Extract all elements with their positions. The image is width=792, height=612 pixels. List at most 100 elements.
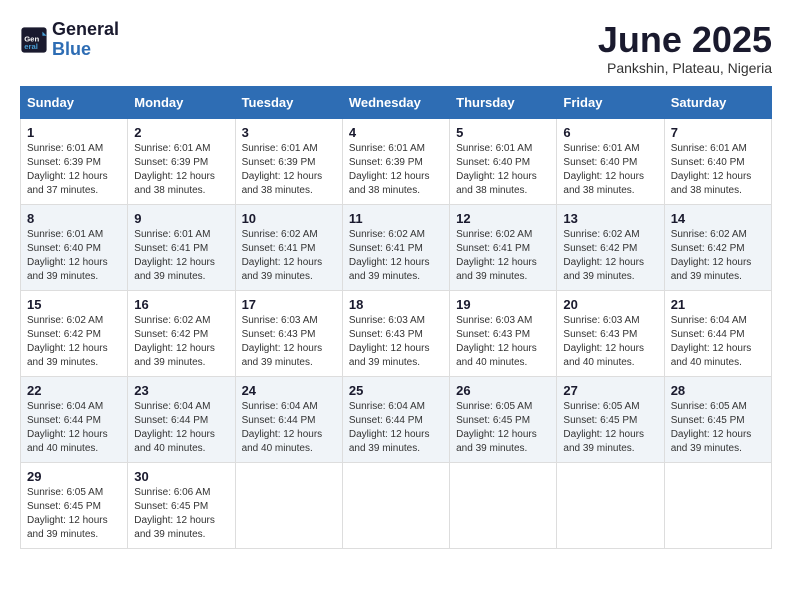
calendar-cell: 17 Sunrise: 6:03 AM Sunset: 6:43 PM Dayli… xyxy=(235,290,342,376)
calendar-cell: 13 Sunrise: 6:02 AM Sunset: 6:42 PM Dayli… xyxy=(557,204,664,290)
day-number: 8 xyxy=(27,211,121,226)
day-info: Sunrise: 6:04 AM Sunset: 6:44 PM Dayligh… xyxy=(671,314,765,370)
day-info: Sunrise: 6:05 AM Sunset: 6:45 PM Dayligh… xyxy=(563,400,657,456)
day-number: 6 xyxy=(563,125,657,140)
day-info: Sunrise: 6:01 AM Sunset: 6:41 PM Dayligh… xyxy=(134,228,228,284)
calendar-cell: 8 Sunrise: 6:01 AM Sunset: 6:40 PM Daylig… xyxy=(21,204,128,290)
calendar-cell: 22 Sunrise: 6:04 AM Sunset: 6:44 PM Dayli… xyxy=(21,376,128,462)
day-info: Sunrise: 6:03 AM Sunset: 6:43 PM Dayligh… xyxy=(563,314,657,370)
calendar-cell xyxy=(235,462,342,548)
calendar-table: SundayMondayTuesdayWednesdayThursdayFrid… xyxy=(20,86,772,549)
title-block: June 2025 Pankshin, Plateau, Nigeria xyxy=(598,20,772,76)
calendar-cell: 24 Sunrise: 6:04 AM Sunset: 6:44 PM Dayli… xyxy=(235,376,342,462)
calendar-cell: 26Sunrise: 6:05 AM Sunset: 6:45 PM Dayli… xyxy=(450,376,557,462)
logo-text-line2: Blue xyxy=(52,40,119,60)
day-info: Sunrise: 6:03 AM Sunset: 6:43 PM Dayligh… xyxy=(242,314,336,370)
day-number: 5 xyxy=(456,125,550,140)
calendar-cell: 25 Sunrise: 6:04 AM Sunset: 6:44 PM Dayli… xyxy=(342,376,449,462)
day-info: Sunrise: 6:01 AM Sunset: 6:39 PM Dayligh… xyxy=(134,142,228,198)
day-number: 18 xyxy=(349,297,443,312)
weekday-header: Thursday xyxy=(450,86,557,118)
day-info: Sunrise: 6:02 AM Sunset: 6:42 PM Dayligh… xyxy=(671,228,765,284)
calendar-week-row: 8 Sunrise: 6:01 AM Sunset: 6:40 PM Daylig… xyxy=(21,204,772,290)
calendar-cell: 15Sunrise: 6:02 AM Sunset: 6:42 PM Dayli… xyxy=(21,290,128,376)
calendar-week-row: 1 Sunrise: 6:01 AM Sunset: 6:39 PM Daylig… xyxy=(21,118,772,204)
calendar-week-row: 15Sunrise: 6:02 AM Sunset: 6:42 PM Dayli… xyxy=(21,290,772,376)
calendar-cell: 21 Sunrise: 6:04 AM Sunset: 6:44 PM Dayli… xyxy=(664,290,771,376)
weekday-header: Tuesday xyxy=(235,86,342,118)
day-number: 13 xyxy=(563,211,657,226)
day-info: Sunrise: 6:01 AM Sunset: 6:40 PM Dayligh… xyxy=(456,142,550,198)
logo: Gen eral General Blue xyxy=(20,20,119,60)
day-number: 9 xyxy=(134,211,228,226)
day-number: 30 xyxy=(134,469,228,484)
day-info: Sunrise: 6:01 AM Sunset: 6:40 PM Dayligh… xyxy=(671,142,765,198)
day-number: 22 xyxy=(27,383,121,398)
day-number: 19 xyxy=(456,297,550,312)
day-info: Sunrise: 6:06 AM Sunset: 6:45 PM Dayligh… xyxy=(134,486,228,542)
calendar-week-row: 22 Sunrise: 6:04 AM Sunset: 6:44 PM Dayli… xyxy=(21,376,772,462)
day-info: Sunrise: 6:04 AM Sunset: 6:44 PM Dayligh… xyxy=(349,400,443,456)
day-number: 28 xyxy=(671,383,765,398)
weekday-header: Saturday xyxy=(664,86,771,118)
day-number: 25 xyxy=(349,383,443,398)
calendar-cell: 11 Sunrise: 6:02 AM Sunset: 6:41 PM Dayli… xyxy=(342,204,449,290)
calendar-cell xyxy=(450,462,557,548)
day-info: Sunrise: 6:01 AM Sunset: 6:40 PM Dayligh… xyxy=(27,228,121,284)
calendar-cell: 5 Sunrise: 6:01 AM Sunset: 6:40 PM Daylig… xyxy=(450,118,557,204)
page-header: Gen eral General Blue June 2025 Pankshin… xyxy=(20,20,772,76)
day-info: Sunrise: 6:05 AM Sunset: 6:45 PM Dayligh… xyxy=(27,486,121,542)
day-number: 16 xyxy=(134,297,228,312)
weekday-header: Wednesday xyxy=(342,86,449,118)
day-info: Sunrise: 6:04 AM Sunset: 6:44 PM Dayligh… xyxy=(242,400,336,456)
day-number: 21 xyxy=(671,297,765,312)
day-info: Sunrise: 6:04 AM Sunset: 6:44 PM Dayligh… xyxy=(134,400,228,456)
day-info: Sunrise: 6:02 AM Sunset: 6:41 PM Dayligh… xyxy=(456,228,550,284)
svg-text:eral: eral xyxy=(24,42,38,51)
calendar-cell: 23Sunrise: 6:04 AM Sunset: 6:44 PM Dayli… xyxy=(128,376,235,462)
calendar-cell: 2 Sunrise: 6:01 AM Sunset: 6:39 PM Daylig… xyxy=(128,118,235,204)
logo-text-line1: General xyxy=(52,20,119,40)
day-info: Sunrise: 6:05 AM Sunset: 6:45 PM Dayligh… xyxy=(671,400,765,456)
day-number: 3 xyxy=(242,125,336,140)
day-info: Sunrise: 6:03 AM Sunset: 6:43 PM Dayligh… xyxy=(456,314,550,370)
day-info: Sunrise: 6:02 AM Sunset: 6:41 PM Dayligh… xyxy=(242,228,336,284)
day-info: Sunrise: 6:02 AM Sunset: 6:42 PM Dayligh… xyxy=(134,314,228,370)
calendar-cell: 16 Sunrise: 6:02 AM Sunset: 6:42 PM Dayli… xyxy=(128,290,235,376)
calendar-cell: 19 Sunrise: 6:03 AM Sunset: 6:43 PM Dayli… xyxy=(450,290,557,376)
calendar-cell: 18Sunrise: 6:03 AM Sunset: 6:43 PM Dayli… xyxy=(342,290,449,376)
day-number: 27 xyxy=(563,383,657,398)
calendar-cell xyxy=(664,462,771,548)
weekday-header: Friday xyxy=(557,86,664,118)
day-info: Sunrise: 6:02 AM Sunset: 6:41 PM Dayligh… xyxy=(349,228,443,284)
weekday-header: Sunday xyxy=(21,86,128,118)
calendar-cell: 20Sunrise: 6:03 AM Sunset: 6:43 PM Dayli… xyxy=(557,290,664,376)
calendar-cell: 12 Sunrise: 6:02 AM Sunset: 6:41 PM Dayli… xyxy=(450,204,557,290)
calendar-cell: 29 Sunrise: 6:05 AM Sunset: 6:45 PM Dayli… xyxy=(21,462,128,548)
weekday-header: Monday xyxy=(128,86,235,118)
day-info: Sunrise: 6:01 AM Sunset: 6:40 PM Dayligh… xyxy=(563,142,657,198)
day-number: 12 xyxy=(456,211,550,226)
calendar-cell: 28 Sunrise: 6:05 AM Sunset: 6:45 PM Dayli… xyxy=(664,376,771,462)
day-number: 14 xyxy=(671,211,765,226)
calendar-cell: 10 Sunrise: 6:02 AM Sunset: 6:41 PM Dayli… xyxy=(235,204,342,290)
day-number: 2 xyxy=(134,125,228,140)
weekday-header-row: SundayMondayTuesdayWednesdayThursdayFrid… xyxy=(21,86,772,118)
day-info: Sunrise: 6:04 AM Sunset: 6:44 PM Dayligh… xyxy=(27,400,121,456)
day-number: 11 xyxy=(349,211,443,226)
day-info: Sunrise: 6:02 AM Sunset: 6:42 PM Dayligh… xyxy=(563,228,657,284)
calendar-cell xyxy=(557,462,664,548)
day-number: 26 xyxy=(456,383,550,398)
day-info: Sunrise: 6:02 AM Sunset: 6:42 PM Dayligh… xyxy=(27,314,121,370)
day-number: 29 xyxy=(27,469,121,484)
day-number: 17 xyxy=(242,297,336,312)
day-number: 1 xyxy=(27,125,121,140)
calendar-week-row: 29 Sunrise: 6:05 AM Sunset: 6:45 PM Dayli… xyxy=(21,462,772,548)
day-number: 10 xyxy=(242,211,336,226)
calendar-cell: 7 Sunrise: 6:01 AM Sunset: 6:40 PM Daylig… xyxy=(664,118,771,204)
calendar-cell: 4Sunrise: 6:01 AM Sunset: 6:39 PM Daylig… xyxy=(342,118,449,204)
calendar-cell: 1Sunrise: 6:01 AM Sunset: 6:39 PM Daylig… xyxy=(21,118,128,204)
day-number: 24 xyxy=(242,383,336,398)
calendar-cell: 6 Sunrise: 6:01 AM Sunset: 6:40 PM Daylig… xyxy=(557,118,664,204)
day-number: 7 xyxy=(671,125,765,140)
